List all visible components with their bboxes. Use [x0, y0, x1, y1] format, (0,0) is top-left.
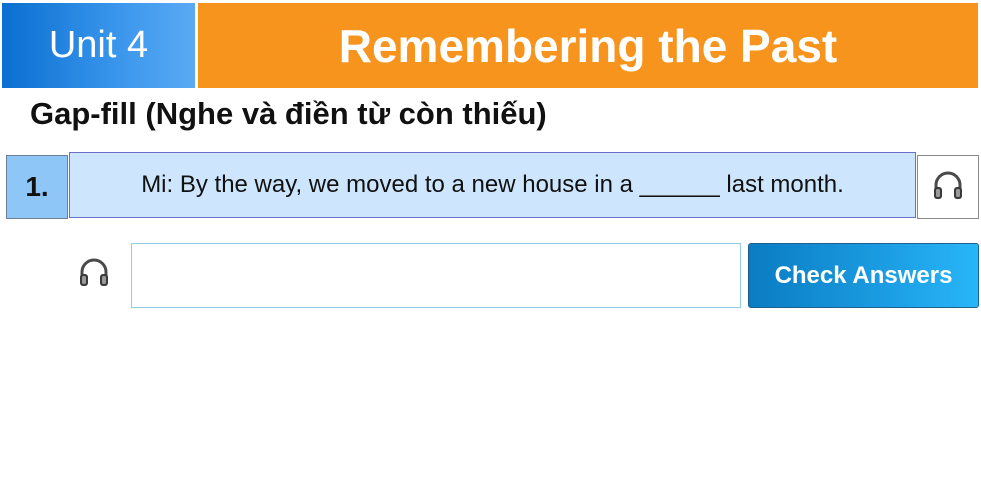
play-answer-audio-button[interactable]: [76, 256, 112, 292]
question-number: 1.: [6, 155, 68, 219]
headphones-icon: [77, 256, 111, 293]
unit-label-text: Unit 4: [48, 24, 149, 66]
check-answers-label: Check Answers: [774, 261, 953, 289]
exercise-subtitle: Gap-fill (Nghe và điền từ còn thiếu): [30, 96, 547, 131]
play-audio-button[interactable]: [917, 155, 979, 219]
question-sentence: Mi: By the way, we moved to a new house …: [69, 152, 916, 218]
question-sentence-text: Mi: By the way, we moved to a new house …: [141, 171, 844, 198]
check-answers-button[interactable]: Check Answers: [748, 243, 979, 308]
unit-label: Unit 4: [2, 3, 195, 88]
page: Unit 4 Remembering the Past Gap-fill (Ng…: [0, 0, 981, 490]
headphones-icon: [931, 169, 965, 206]
page-title: Remembering the Past: [198, 3, 978, 88]
page-title-text: Remembering the Past: [338, 19, 838, 72]
answer-input[interactable]: [131, 243, 741, 308]
